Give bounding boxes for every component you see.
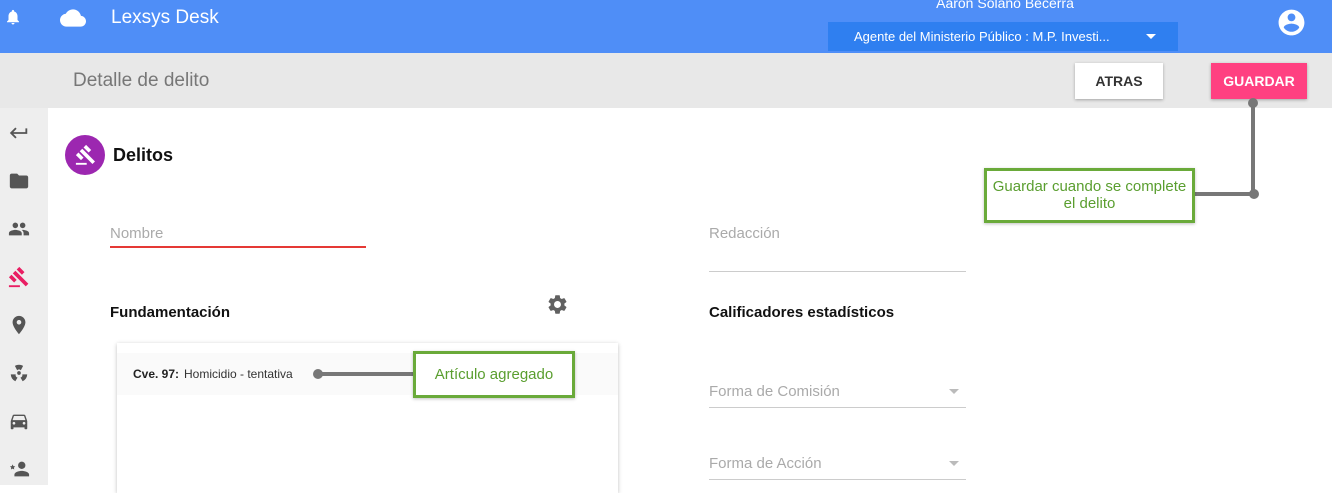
article-tip-text: Artículo agregado: [434, 366, 554, 383]
connector-dot: [1249, 189, 1259, 199]
gear-icon[interactable]: [546, 293, 569, 316]
forma-comision-label: Forma de Comisión: [709, 383, 840, 400]
save-callout-connector: [1251, 100, 1255, 198]
section-title: Delitos: [113, 145, 174, 165]
chevron-down-icon: [1146, 34, 1156, 39]
nombre-input[interactable]: Nombre: [110, 225, 163, 242]
save-tip-callout: Guardar cuando se complete el delito: [984, 168, 1195, 223]
car-icon[interactable]: [8, 410, 30, 432]
dropdown-arrow-icon: [949, 461, 959, 466]
save-tip-text: Guardar cuando se complete el delito: [992, 178, 1187, 212]
connector-dot: [1248, 98, 1258, 108]
account-circle-icon[interactable]: [1276, 7, 1307, 38]
redaccion-input[interactable]: Redacción: [709, 225, 780, 242]
people-icon[interactable]: [8, 218, 30, 240]
redaccion-underline: [709, 271, 966, 272]
folder-icon[interactable]: [8, 170, 30, 192]
top-app-bar: Lexsys Desk Aaron Solano Becerra Agente …: [0, 0, 1332, 53]
hazard-icon[interactable]: [8, 362, 30, 384]
gavel-icon: [75, 144, 95, 165]
app-title: Lexsys Desk: [111, 7, 219, 28]
article-callout-connector: [318, 372, 416, 376]
person-star-icon[interactable]: [8, 458, 30, 480]
delitos-avatar: [65, 135, 105, 175]
page-header: Detalle de delito ATRAS GUARDAR: [0, 53, 1332, 108]
forma-accion-label: Forma de Acción: [709, 455, 822, 472]
fundamentacion-title: Fundamentación: [110, 304, 231, 321]
calificadores-title: Calificadores estadísticos: [709, 304, 895, 321]
back-arrow-icon[interactable]: [8, 122, 30, 144]
forma-accion-select[interactable]: Forma de Acción: [709, 449, 966, 480]
bell-icon[interactable]: [4, 7, 22, 27]
cloud-icon: [60, 9, 86, 27]
user-name: Aaron Solano Becerra: [936, 0, 1074, 11]
article-code: Cve. 97:: [133, 367, 180, 381]
dropdown-arrow-icon: [949, 389, 959, 394]
role-select-value: Agente del Ministerio Público : M.P. Inv…: [854, 29, 1110, 44]
sidebar: [0, 108, 48, 485]
page-title: Detalle de delito: [73, 70, 210, 91]
article-tip-callout: Artículo agregado: [413, 351, 575, 398]
location-pin-icon[interactable]: [8, 314, 30, 336]
article-description: Homicidio - tentativa: [184, 367, 293, 381]
nombre-underline: [110, 246, 366, 248]
back-button[interactable]: ATRAS: [1075, 63, 1163, 99]
forma-comision-select[interactable]: Forma de Comisión: [709, 377, 966, 408]
gavel-icon[interactable]: [8, 266, 30, 288]
role-select[interactable]: Agente del Ministerio Público : M.P. Inv…: [828, 22, 1178, 51]
save-button[interactable]: GUARDAR: [1211, 63, 1307, 99]
save-callout-connector: [1193, 192, 1255, 196]
connector-dot: [313, 369, 323, 379]
